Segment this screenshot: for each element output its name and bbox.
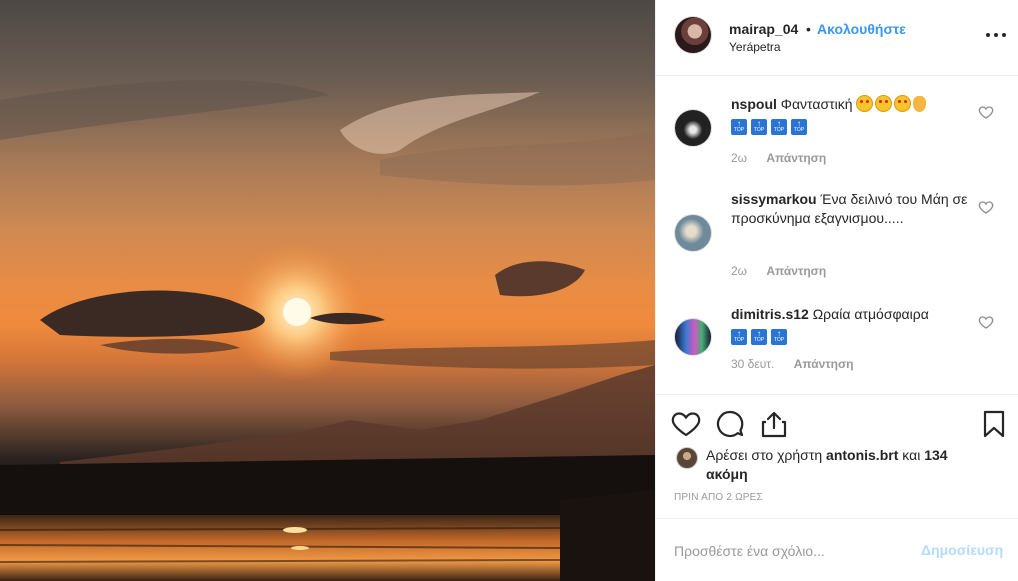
comment-meta: 2ω Απάντηση	[731, 264, 826, 278]
post-photo[interactable]	[0, 0, 655, 581]
comment-item: nspoul Φανταστική ↑ TOP ↑ TOP ↑ TOP ↑ TOP 2ω Απ…	[656, 95, 1018, 175]
comment-username[interactable]: sissymarkou	[731, 191, 817, 207]
post-header: mairap_04 • Ακολουθήστε Yerápetra	[656, 0, 1018, 76]
ok-hand-emoji-icon	[913, 96, 927, 112]
liker-username[interactable]: antonis.brt	[826, 447, 898, 463]
author-avatar[interactable]	[674, 16, 712, 54]
top-arrow-icon: ↑ TOP	[751, 119, 767, 135]
comments-list[interactable]: nspoul Φανταστική ↑ TOP ↑ TOP ↑ TOP ↑ TOP 2ω Απ…	[656, 77, 1018, 395]
top-badges: ↑ TOP ↑ TOP ↑ TOP	[731, 325, 791, 345]
liker-avatar[interactable]	[676, 447, 698, 469]
post-timestamp[interactable]: ΠΡΙΝ ΑΠΟ 2 ΩΡΕΣ	[674, 492, 763, 503]
comment-bubble-icon[interactable]	[714, 408, 746, 440]
top-arrow-icon: ↑ TOP	[731, 119, 747, 135]
heart-eyes-emoji-icon	[856, 95, 874, 112]
comment-time[interactable]: 2ω	[731, 151, 747, 165]
reply-button[interactable]: Απάντηση	[794, 357, 854, 371]
reply-button[interactable]: Απάντηση	[766, 151, 826, 165]
comment-username[interactable]: dimitris.s12	[731, 306, 809, 322]
heart-eyes-emoji-icon	[894, 95, 912, 112]
comment-text-block: nspoul Φανταστική ↑ TOP ↑ TOP ↑ TOP ↑ TOP	[731, 95, 976, 135]
top-arrow-icon: ↑ TOP	[771, 329, 787, 345]
comment-meta: 2ω Απάντηση	[731, 151, 826, 165]
add-comment-bar: Δημοσίευση	[656, 518, 1018, 581]
comment-text: Ωραία ατμόσφαιρα	[812, 306, 929, 322]
comment-meta: 30 δευτ. Απάντηση	[731, 357, 854, 371]
top-arrow-icon: ↑ TOP	[791, 119, 807, 135]
commenter-avatar[interactable]	[674, 109, 712, 147]
likes-summary: Αρέσει στο χρήστη antonis.brt και 134 ακ…	[676, 446, 1006, 486]
post-comment-button[interactable]: Δημοσίευση	[921, 542, 1003, 558]
heart-eyes-emoji-icon	[875, 95, 893, 112]
likes-conjunction: και	[902, 447, 921, 463]
bookmark-icon[interactable]	[978, 408, 1010, 440]
more-options-icon[interactable]	[984, 24, 1008, 44]
likes-text: Αρέσει στο χρήστη antonis.brt και 134 ακ…	[706, 446, 966, 484]
comment-text-block: dimitris.s12 Ωραία ατμόσφαιρα ↑ TOP ↑ TOP ↑ T…	[731, 305, 976, 345]
comment-like-heart-icon[interactable]	[978, 199, 994, 215]
author-username[interactable]: mairap_04	[729, 21, 798, 37]
top-arrow-icon: ↑ TOP	[751, 329, 767, 345]
comment-time[interactable]: 30 δευτ.	[731, 357, 774, 371]
follow-button[interactable]: Ακολουθήστε	[817, 21, 906, 37]
separator-dot: •	[806, 21, 811, 37]
comment-text-block: sissymarkou Ένα δειλινό του Μάη σε προσκ…	[731, 190, 976, 228]
like-heart-icon[interactable]	[670, 408, 702, 440]
comment-like-heart-icon[interactable]	[978, 104, 994, 120]
comment-item: dimitris.s12 Ωραία ατμόσφαιρα ↑ TOP ↑ TOP ↑ T…	[656, 305, 1018, 385]
comment-input[interactable]	[674, 541, 904, 561]
reply-button[interactable]: Απάντηση	[766, 264, 826, 278]
comment-text: Φανταστική	[780, 96, 853, 112]
commenter-avatar[interactable]	[674, 318, 712, 356]
post-location[interactable]: Yerápetra	[729, 40, 781, 54]
top-arrow-icon: ↑ TOP	[731, 329, 747, 345]
top-badges: ↑ TOP ↑ TOP ↑ TOP ↑ TOP	[731, 115, 811, 135]
comment-like-heart-icon[interactable]	[978, 314, 994, 330]
comment-time[interactable]: 2ω	[731, 264, 747, 278]
comment-username[interactable]: nspoul	[731, 96, 777, 112]
comment-item: sissymarkou Ένα δειλινό του Μάη σε προσκ…	[656, 190, 1018, 280]
top-arrow-icon: ↑ TOP	[771, 119, 787, 135]
heart-eyes-emojis	[856, 95, 927, 114]
likes-prefix: Αρέσει στο χρήστη	[706, 447, 823, 463]
post-sidebar: mairap_04 • Ακολουθήστε Yerápetra nspoul…	[655, 0, 1018, 581]
sunset-scene	[0, 80, 655, 581]
commenter-avatar[interactable]	[674, 214, 712, 252]
share-icon[interactable]	[758, 408, 790, 440]
